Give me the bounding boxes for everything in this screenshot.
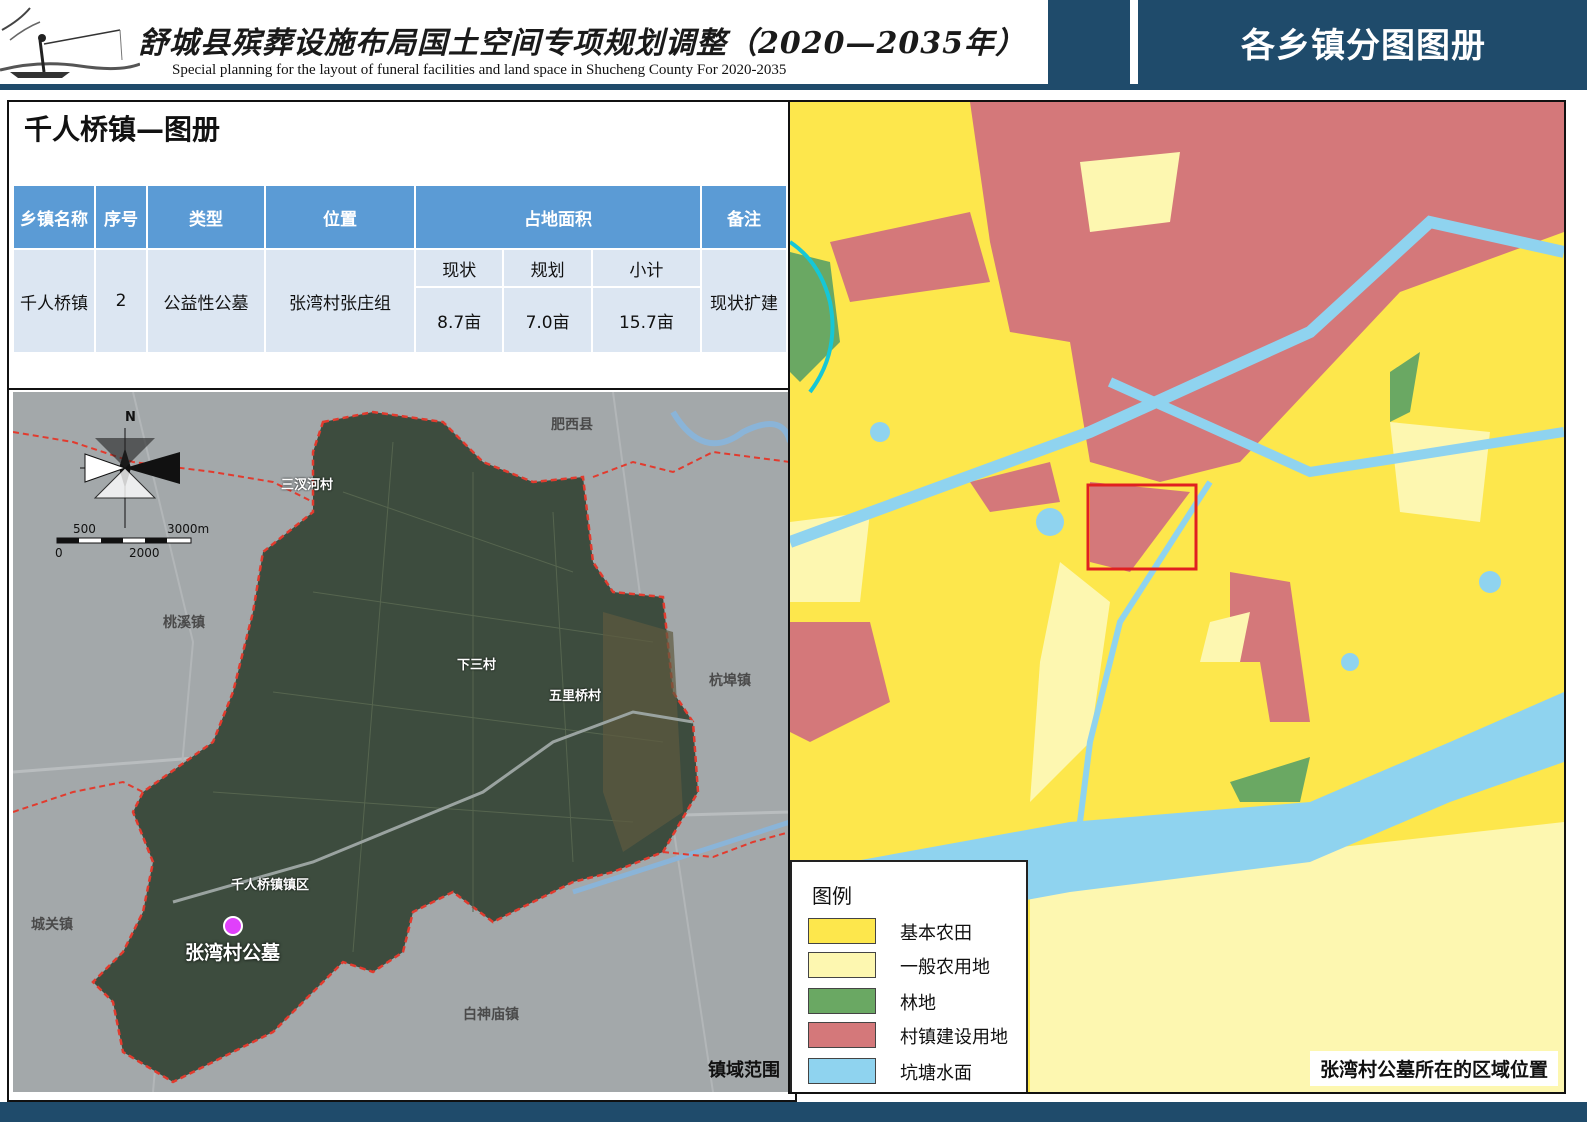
extent-label: 镇域范围: [708, 1060, 780, 1081]
cell-subtotal: 15.7亩: [590, 286, 703, 354]
footer-bar: [0, 1102, 1587, 1122]
neighbor-label: 城关镇: [31, 917, 73, 933]
map-legend: 图例 基本农田 一般农用地 林地 村镇建设用地 坑塘水面: [790, 860, 1028, 1092]
subheader-current: 现状: [413, 248, 505, 288]
neighbor-label: 杭埠镇: [709, 673, 751, 689]
scale-bottom-mid: 2000: [129, 546, 160, 560]
neighbor-label: 桃溪镇: [163, 615, 205, 631]
scale-top-left: 500: [73, 522, 96, 536]
legend-swatch: [808, 918, 876, 944]
header-type: 类型: [146, 184, 266, 250]
scale-top-right: 3000m: [167, 522, 210, 536]
legend-swatch: [808, 1022, 876, 1048]
north-label: N: [125, 410, 136, 425]
atlas-title: 各乡镇分图图册: [1241, 25, 1486, 66]
subheader-subtotal: 小计: [590, 248, 703, 288]
header-location: 位置: [264, 184, 416, 250]
legend-swatch: [808, 952, 876, 978]
village-label: 下三村: [457, 658, 497, 673]
header-divider: [1130, 0, 1138, 84]
legend-label: 村镇建设用地: [900, 1027, 1008, 1048]
fisherman-logo-icon: [0, 0, 140, 84]
cell-location: 张湾村张庄组: [264, 248, 416, 354]
village-label: 千人桥镇镇区: [231, 878, 310, 893]
general-farmland: [1390, 422, 1490, 522]
landuse-map-panel[interactable]: 图例 基本农田 一般农用地 林地 村镇建设用地 坑塘水面 张湾村公墓所在的区域位…: [788, 100, 1566, 1094]
cell-type: 公益性公墓: [146, 248, 266, 354]
header-title: 舒城县殡葬设施布局国土空间专项规划调整（2020—2035年）: [138, 26, 1026, 61]
subheader-planned: 规划: [502, 248, 593, 288]
township-satellite-map[interactable]: N 500 3000m 0 2000 肥西县 桃溪镇 杭埠镇 城关镇 白神庙镇 …: [13, 392, 790, 1092]
cemetery-site-marker[interactable]: [223, 916, 243, 936]
header: 舒城县殡葬设施布局国土空间专项规划调整（2020—2035年） Special …: [0, 0, 1587, 88]
legend-label: 坑塘水面: [900, 1063, 972, 1084]
header-area: 占地面积: [414, 184, 702, 250]
cell-index: 2: [94, 248, 148, 354]
pond: [1036, 508, 1064, 536]
legend-title: 图例: [812, 884, 852, 908]
village-label: 三汊河村: [281, 478, 334, 493]
map-divider: [9, 388, 795, 390]
legend-swatch: [808, 1058, 876, 1084]
legend-label: 林地: [900, 993, 936, 1014]
header-bottom-line: [0, 84, 1587, 90]
pond: [1479, 571, 1501, 593]
neighbor-label: 肥西县: [551, 417, 593, 433]
legend-label: 基本农田: [900, 923, 972, 944]
header-subtitle: Special planning for the layout of funer…: [172, 62, 787, 78]
facility-table: 乡镇名称 序号 类型 位置 占地面积 备注 千人桥镇 2 公益性公墓 张湾村张庄…: [12, 184, 788, 354]
legend-label: 一般农用地: [900, 957, 990, 978]
header-note: 备注: [700, 184, 788, 250]
location-caption: 张湾村公墓所在的区域位置: [1309, 1051, 1558, 1086]
pond: [870, 422, 890, 442]
town-title: 千人桥镇—图册: [24, 113, 221, 146]
neighbor-label: 白神庙镇: [463, 1007, 519, 1023]
legend-swatch: [808, 988, 876, 1014]
cell-note: 现状扩建: [700, 248, 788, 354]
title-bar: 舒城县殡葬设施布局国土空间专项规划调整（2020—2035年） Special …: [0, 0, 1050, 84]
cell-town: 千人桥镇: [12, 248, 96, 354]
scale-bottom-left: 0: [55, 546, 63, 560]
satellite-map-svg: [13, 392, 790, 1092]
cell-current: 8.7亩: [413, 286, 505, 354]
general-farmland: [1080, 152, 1180, 232]
cell-planned: 7.0亩: [502, 286, 593, 354]
header-index: 序号: [94, 184, 148, 250]
village-label: 五里桥村: [549, 689, 602, 704]
header-town: 乡镇名称: [12, 184, 96, 250]
cemetery-site-label: 张湾村公墓: [185, 942, 281, 964]
scale-bar-icon: [56, 537, 192, 544]
pond: [1341, 653, 1359, 671]
